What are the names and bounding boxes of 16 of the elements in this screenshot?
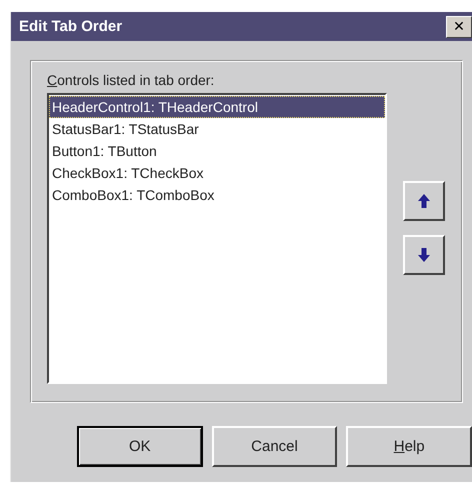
- list-item[interactable]: Button1: TButton: [49, 140, 385, 162]
- dialog-button[interactable]: Help: [346, 426, 472, 467]
- list-item[interactable]: StatusBar1: TStatusBar: [49, 118, 385, 140]
- move-down-button[interactable]: [403, 235, 445, 275]
- controls-list[interactable]: HeaderControl1: THeaderControl StatusBar1: TStatusBar Button1: TButton CheckBox1: TCheckBox ComboBox1: TComboBox: [47, 93, 387, 384]
- down-arrow-icon: [418, 248, 430, 262]
- dialog-button[interactable]: OK: [77, 426, 203, 467]
- dialog-button[interactable]: Cancel: [212, 426, 338, 467]
- list-item[interactable]: CheckBox1: TCheckBox: [49, 162, 385, 184]
- close-button[interactable]: ✕: [446, 16, 472, 38]
- up-arrow-icon: [418, 194, 430, 208]
- list-label: Controls listed in tab order:: [47, 72, 216, 88]
- list-item[interactable]: ComboBox1: TComboBox: [49, 184, 385, 206]
- move-up-button[interactable]: [403, 181, 445, 221]
- window-title: Edit Tab Order: [19, 18, 122, 35]
- list-item[interactable]: HeaderControl1: THeaderControl: [49, 96, 385, 118]
